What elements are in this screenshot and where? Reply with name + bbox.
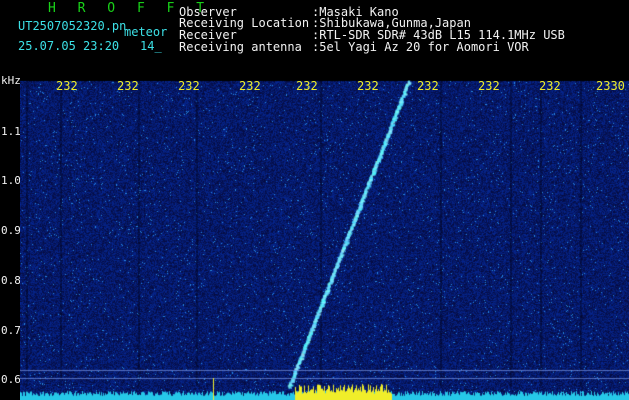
- frequency-tick: 0.6: [1, 373, 21, 386]
- spectrogram-canvas: [20, 80, 629, 400]
- header-panel: H R O F F T UT2507052320.pn meteor 25.07…: [0, 0, 629, 80]
- time-tick: 232: [357, 79, 379, 93]
- time-tick: 232: [478, 79, 500, 93]
- frequency-tick: 0.8: [1, 274, 21, 287]
- datetime-label: 25.07.05 23:20: [18, 39, 120, 53]
- time-tick: 232: [178, 79, 200, 93]
- frequency-tick: 0.9: [1, 224, 21, 237]
- sequence-label: 14_: [140, 39, 162, 53]
- time-tick: 232: [117, 79, 139, 93]
- frequency-tick: 0.7: [1, 324, 21, 337]
- time-tick: 232: [56, 79, 78, 93]
- time-tick: 2330: [596, 79, 625, 93]
- time-tick: 232: [296, 79, 318, 93]
- time-tick: 232: [539, 79, 561, 93]
- time-tick: 232: [417, 79, 439, 93]
- frequency-tick: 1.1: [1, 125, 21, 138]
- antenna-label: Receiving antenna: [179, 40, 302, 54]
- time-tick: 232: [239, 79, 261, 93]
- filename-label: UT2507052320.pn: [18, 19, 127, 33]
- antenna-value: :5el Yagi Az 20 for Aomori VOR: [312, 40, 529, 54]
- unit-label: kHz: [1, 74, 21, 87]
- frequency-tick: 1.0: [1, 174, 21, 187]
- type-label: meteor: [124, 25, 168, 39]
